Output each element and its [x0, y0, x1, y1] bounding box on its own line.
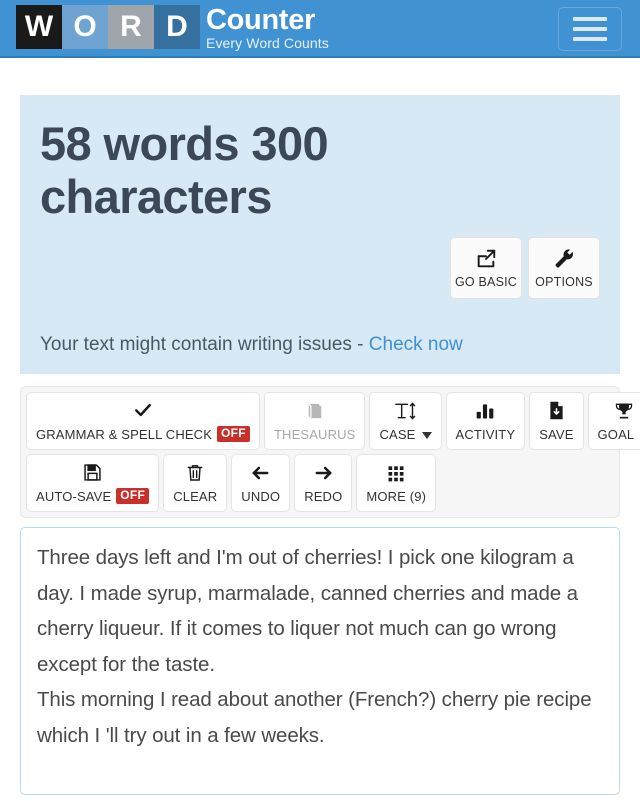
- toolbar-row-2: AUTO-SAVE OFF CLEAR UNDO REDO MORE (9): [26, 454, 614, 512]
- auto-save-off-badge: OFF: [116, 488, 150, 504]
- editor-toolbar: GRAMMAR & SPELL CHECK OFF THESAURUS CASE: [20, 386, 640, 518]
- logo-tiles: W O R D: [16, 5, 200, 49]
- text-height-icon: [392, 401, 418, 421]
- grammar-label-text: GRAMMAR & SPELL CHECK: [36, 426, 213, 442]
- editor-paragraph-2: This morning I read about another (Frenc…: [37, 688, 592, 747]
- toolbar-row-1: GRAMMAR & SPELL CHECK OFF THESAURUS CASE: [26, 392, 640, 450]
- logo-tile-o: O: [62, 5, 108, 49]
- book-icon: [304, 401, 326, 421]
- go-basic-button[interactable]: GO BASIC: [450, 237, 522, 299]
- hamburger-bar: [573, 17, 607, 21]
- word-count-summary: 58 words 300 characters: [40, 117, 329, 223]
- trash-icon: [185, 463, 205, 483]
- logo-wordmark: Counter Every Word Counts: [206, 4, 329, 52]
- save-label: SAVE: [539, 426, 574, 442]
- thesaurus-button[interactable]: THESAURUS: [263, 392, 366, 450]
- clear-label: CLEAR: [173, 488, 218, 504]
- writing-issues-notice: Your text might contain writing issues -…: [40, 334, 463, 356]
- redo-button[interactable]: REDO: [294, 454, 353, 512]
- activity-button[interactable]: ACTIVITY: [445, 392, 526, 450]
- goal-label: GOAL: [598, 427, 640, 442]
- go-basic-label: GO BASIC: [454, 274, 518, 289]
- check-icon: [132, 400, 154, 420]
- auto-save-label-text: AUTO-SAVE: [36, 488, 112, 504]
- floppy-disk-icon: [82, 462, 103, 482]
- panel-action-buttons: GO BASIC OPTIONS: [450, 237, 600, 299]
- case-label-text: CASE: [379, 426, 416, 442]
- logo-tagline: Every Word Counts: [206, 35, 329, 51]
- wrench-icon: [553, 248, 575, 270]
- clear-button[interactable]: CLEAR: [163, 454, 228, 512]
- options-label: OPTIONS: [535, 274, 593, 289]
- trophy-icon: [613, 401, 635, 421]
- check-now-link[interactable]: Check now: [369, 334, 463, 355]
- activity-label: ACTIVITY: [455, 426, 516, 442]
- case-label: CASE: [379, 426, 432, 442]
- logo-tile-w: W: [16, 5, 62, 49]
- logo-tile-d: D: [154, 5, 200, 49]
- save-button[interactable]: SAVE: [529, 392, 584, 450]
- word-count-panel: 58 words 300 characters GO BASIC OPTIONS…: [20, 95, 620, 374]
- more-button[interactable]: MORE (9): [356, 454, 437, 512]
- writing-issues-text: Your text might contain writing issues -: [40, 334, 369, 355]
- grid-dots-icon: [385, 463, 407, 483]
- logo-counter-text: Counter: [206, 4, 316, 36]
- undo-label: UNDO: [241, 488, 281, 504]
- bar-chart-icon: [473, 401, 497, 421]
- site-logo[interactable]: W O R D Counter Every Word Counts: [16, 5, 329, 51]
- goal-button[interactable]: GOAL: [587, 392, 640, 450]
- external-link-icon: [475, 248, 497, 270]
- arrow-right-icon: [312, 463, 335, 483]
- auto-save-button[interactable]: AUTO-SAVE OFF: [26, 454, 160, 512]
- logo-tile-r: R: [108, 5, 154, 49]
- chevron-down-icon: [421, 431, 432, 439]
- redo-label: REDO: [304, 488, 343, 504]
- more-label: MORE (9): [366, 488, 427, 504]
- file-download-icon: [546, 401, 567, 421]
- editor-paragraph-1: Three days left and I'm out of cherries!…: [37, 546, 578, 676]
- arrow-left-icon: [249, 463, 272, 483]
- grammar-off-badge: OFF: [217, 426, 250, 442]
- site-header: W O R D Counter Every Word Counts: [0, 0, 640, 58]
- goal-label-text: GOAL: [597, 426, 635, 442]
- grammar-spell-check-label: GRAMMAR & SPELL CHECK OFF: [36, 426, 250, 442]
- hamburger-menu-icon[interactable]: [558, 7, 622, 51]
- undo-button[interactable]: UNDO: [231, 454, 291, 512]
- hamburger-bar: [573, 37, 607, 41]
- thesaurus-label: THESAURUS: [273, 426, 356, 442]
- auto-save-label: AUTO-SAVE OFF: [36, 488, 150, 504]
- case-button[interactable]: CASE: [369, 392, 442, 450]
- text-editor-area[interactable]: Three days left and I'm out of cherries!…: [20, 527, 620, 795]
- hamburger-bar: [573, 27, 607, 31]
- options-button[interactable]: OPTIONS: [528, 237, 600, 299]
- grammar-spell-check-button[interactable]: GRAMMAR & SPELL CHECK OFF: [26, 392, 260, 450]
